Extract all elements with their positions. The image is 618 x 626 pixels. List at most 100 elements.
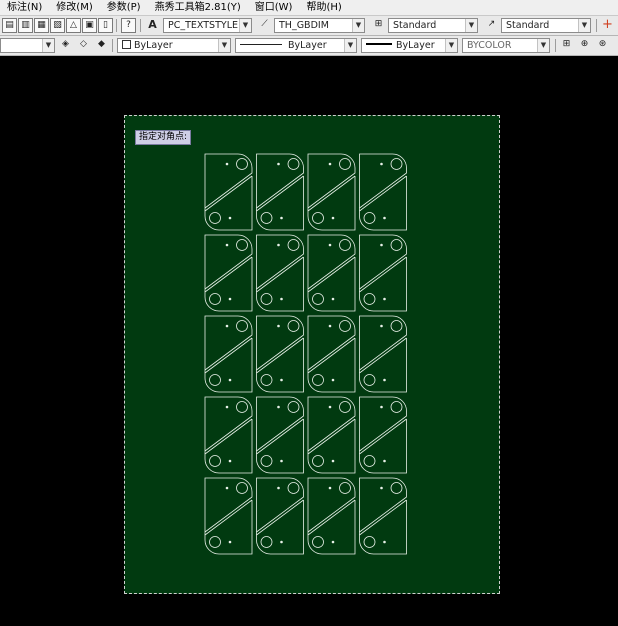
layer-previous-icon[interactable]: ◇ [76, 38, 91, 53]
table-icon[interactable]: ⊞ [559, 38, 574, 53]
drawing-canvas[interactable] [0, 56, 618, 626]
dim-style-select[interactable]: TH_GBDIM ▼ [274, 18, 365, 33]
part-hole [339, 320, 351, 332]
menu-modify[interactable]: 修改(M) [49, 0, 99, 15]
part-point [383, 540, 386, 544]
part-hole [236, 320, 248, 332]
layer-icon[interactable]: ▤ [2, 18, 17, 33]
multileader-style-value: Standard [506, 20, 550, 31]
part-point [280, 540, 283, 544]
menu-window[interactable]: 窗口(W) [248, 0, 300, 15]
part-point [225, 486, 229, 490]
bracket-part [204, 234, 253, 312]
part-point [277, 405, 280, 409]
chevron-down-icon: ▼ [445, 39, 457, 52]
part-hole [209, 212, 221, 224]
chevron-down-icon: ▼ [239, 19, 251, 32]
globe-icon[interactable]: ⊕ [577, 38, 592, 53]
part-hole [339, 482, 351, 494]
part-hole [390, 401, 403, 413]
part-point [328, 243, 332, 247]
menu-yanxiu-tools[interactable]: 燕秀工具箱2.81(Y) [148, 0, 248, 15]
part-hole [236, 482, 248, 494]
text-style-icon[interactable]: A [145, 18, 160, 33]
part-hole [312, 374, 324, 386]
part-upper-outline [307, 153, 356, 211]
part-hole [236, 401, 248, 413]
sheet-set-icon[interactable]: ▧ [50, 18, 65, 33]
part-upper-outline [307, 396, 356, 454]
part-point [331, 216, 335, 220]
part-upper-outline [204, 234, 253, 292]
bracket-part [359, 315, 407, 393]
table-style-icon[interactable]: ⊞ [371, 18, 386, 33]
properties-icon[interactable]: ▯ [98, 18, 113, 33]
part-hole [209, 293, 221, 305]
bracket-part [256, 234, 304, 312]
part-upper-outline [256, 477, 304, 535]
plotstyle-value: BYCOLOR [467, 40, 512, 51]
menu-parametric[interactable]: 参数(P) [100, 0, 148, 15]
plotstyle-select[interactable]: BYCOLOR ▼ [462, 38, 550, 53]
part-hole [260, 212, 273, 224]
part-point [383, 297, 386, 301]
part-hole [260, 374, 273, 386]
linetype-preview [240, 44, 282, 45]
part-upper-outline [359, 234, 407, 292]
color-select[interactable]: ByLayer ▼ [117, 38, 231, 53]
part-point [380, 243, 383, 247]
linetype-select[interactable]: ByLayer ▼ [235, 38, 357, 53]
save-icon[interactable]: ▥ [18, 18, 33, 33]
layer-states-icon[interactable]: ◆ [94, 38, 109, 53]
styles-toolbar: ▤ ▥ ▦ ▧ △ ▣ ▯ ? A PC_TEXTSTYLE ▼ ⟋ TH_GB… [0, 16, 618, 36]
part-hole [209, 536, 221, 548]
part-hole [390, 320, 403, 332]
toolbar-separator [555, 39, 556, 52]
dim-style-icon[interactable]: ⟋ [257, 18, 272, 33]
menu-dimension[interactable]: 标注(N) [0, 0, 49, 15]
help-icon[interactable]: ? [121, 18, 136, 33]
part-point [228, 459, 232, 463]
part-upper-outline [359, 315, 407, 373]
lineweight-preview [366, 43, 392, 45]
part-point [228, 297, 232, 301]
text-style-value: PC_TEXTSTYLE [168, 20, 238, 31]
bracket-part [307, 234, 356, 312]
chevron-down-icon: ▼ [537, 39, 549, 52]
markup-icon[interactable]: △ [66, 18, 81, 33]
part-hole [209, 455, 221, 467]
part-hole [363, 536, 376, 548]
part-point [280, 216, 283, 220]
table-style-select[interactable]: Standard ▼ [388, 18, 478, 33]
make-current-layer-icon[interactable]: ◈ [58, 38, 73, 53]
print-icon[interactable]: ▣ [82, 18, 97, 33]
part-hole [287, 401, 300, 413]
part-upper-outline [359, 153, 407, 211]
text-style-select[interactable]: PC_TEXTSTYLE ▼ [163, 18, 252, 33]
chevron-down-icon: ▼ [465, 19, 477, 32]
part-hole [339, 401, 351, 413]
chevron-down-icon: ▼ [42, 39, 54, 52]
crosshair-icon[interactable]: + [600, 18, 615, 33]
bracket-parts-drawing [204, 153, 407, 555]
bracket-part [256, 153, 304, 231]
multileader-style-select[interactable]: Standard ▼ [501, 18, 591, 33]
toolbar-separator [112, 39, 113, 52]
part-upper-outline [204, 153, 253, 211]
part-hole [312, 455, 324, 467]
chevron-down-icon: ▼ [578, 19, 590, 32]
menu-help[interactable]: 帮助(H) [299, 0, 348, 15]
lineweight-select[interactable]: ByLayer ▼ [361, 38, 458, 53]
part-hole [312, 293, 324, 305]
multileader-style-icon[interactable]: ↗ [484, 18, 499, 33]
part-upper-outline [307, 234, 356, 292]
toolbar-separator [140, 19, 141, 32]
part-point [331, 297, 335, 301]
layer-select[interactable]: ▼ [0, 38, 55, 53]
part-hole [236, 158, 248, 170]
globe-settings-icon[interactable]: ⊛ [595, 38, 610, 53]
linetype-value: ByLayer [288, 40, 327, 51]
part-upper-outline [256, 153, 304, 211]
part-hole [287, 482, 300, 494]
calculator-icon[interactable]: ▦ [34, 18, 49, 33]
